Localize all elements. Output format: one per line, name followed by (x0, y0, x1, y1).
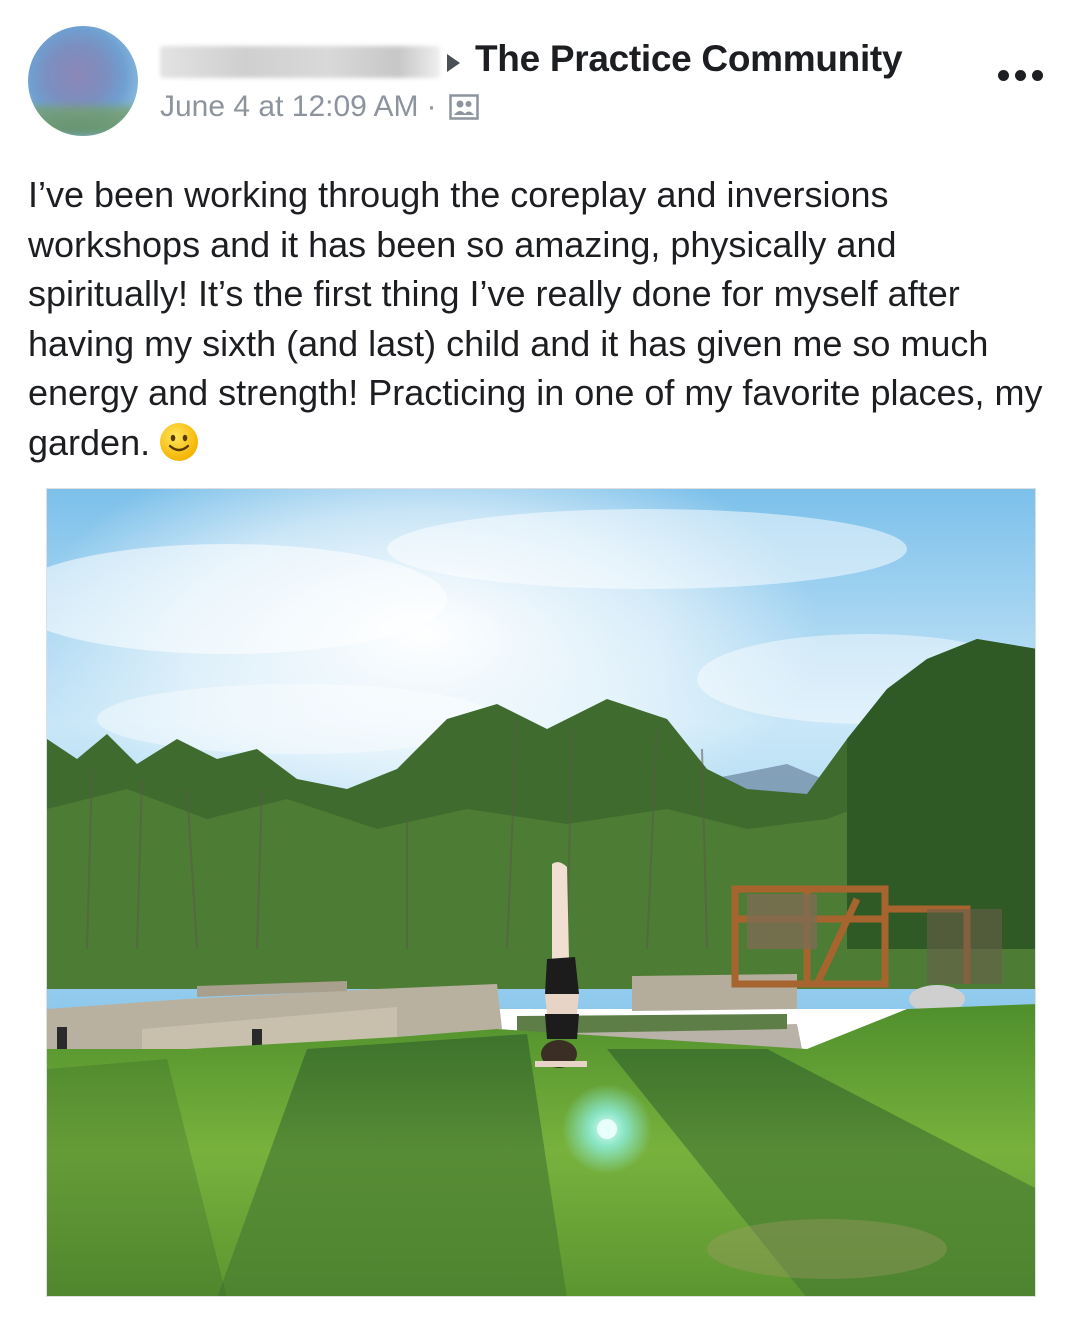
more-options-icon-dot (1031, 69, 1043, 81)
group-members-icon[interactable] (448, 94, 479, 120)
smiley-emoji-icon (160, 422, 199, 461)
more-options-icon-dot (1014, 69, 1026, 81)
post-card: The Practice Community June 4 at 12:09 A… (0, 0, 1080, 1343)
more-options-icon (997, 69, 1009, 81)
post-text: I’ve been working through the coreplay a… (28, 174, 1043, 463)
author-avatar[interactable] (28, 26, 138, 136)
arrow-right-icon (447, 54, 460, 72)
author-name-redacted[interactable] (160, 46, 440, 78)
post-timestamp[interactable]: June 4 at 12:09 AM (160, 90, 419, 124)
meta-separator: · (426, 90, 437, 123)
garden-headstand-image (47, 489, 1035, 1296)
post-meta: June 4 at 12:09 AM · (160, 90, 479, 124)
post-body: I’ve been working through the coreplay a… (28, 170, 1058, 467)
post-photo[interactable] (46, 488, 1036, 1297)
group-name-link[interactable]: The Practice Community (475, 38, 903, 80)
more-options-button[interactable] (995, 60, 1045, 90)
